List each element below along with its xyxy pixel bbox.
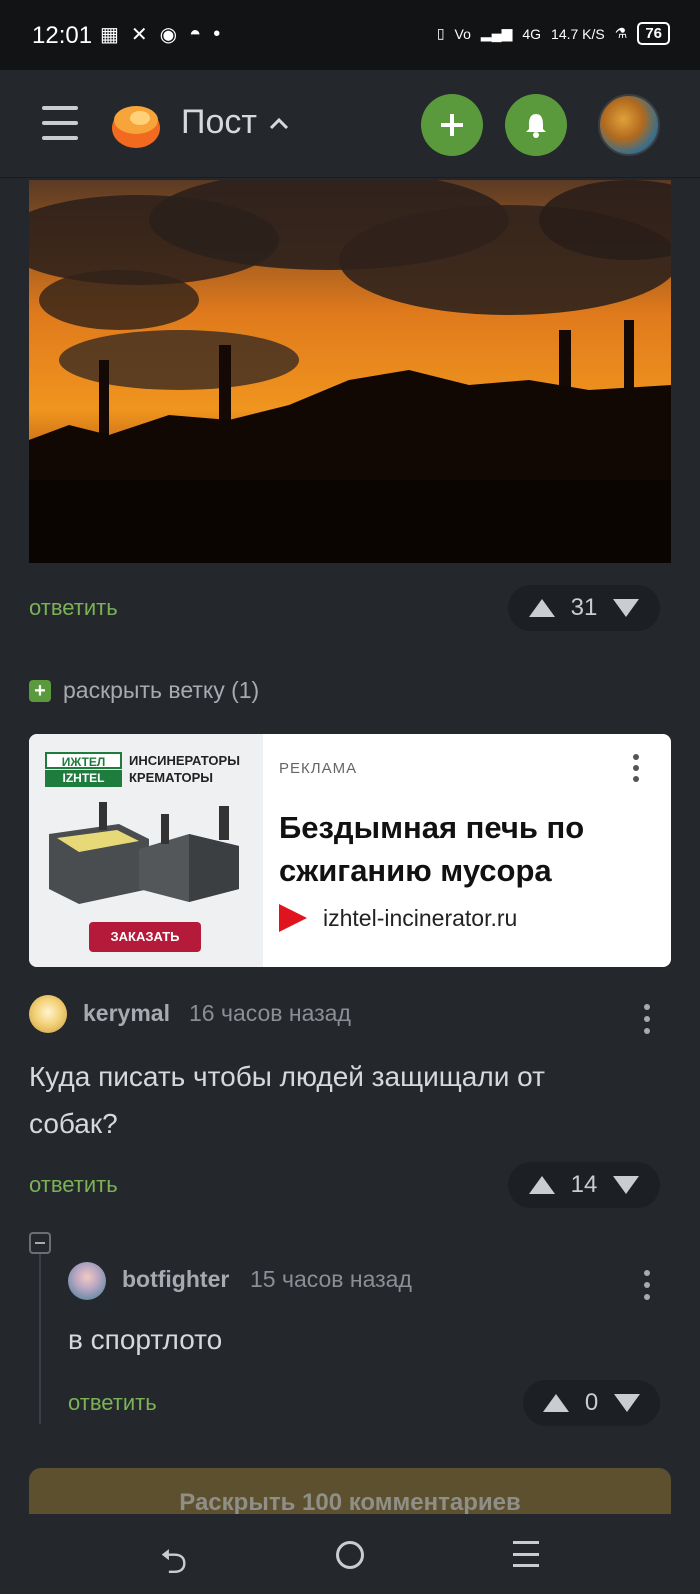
avatar[interactable]: [29, 995, 67, 1033]
post-rating: 31: [570, 594, 598, 621]
comment-text: в спортлото: [68, 1324, 223, 1355]
comment-username[interactable]: kerymal: [83, 1000, 170, 1027]
home-icon[interactable]: [336, 1541, 364, 1569]
ad-label: РЕКЛАМА: [279, 760, 358, 777]
discord-icon: ◓: [189, 23, 202, 45]
comment-reply-link[interactable]: ответить: [68, 1390, 157, 1416]
collapse-thread-button[interactable]: [29, 1232, 51, 1254]
page-title[interactable]: Пост: [181, 103, 289, 142]
comment-rating: 0: [584, 1389, 599, 1416]
status-bar: 12:01 ▦ ✕ ◉ ◓ • ▯ Vo ▂▄▆ 4G 14.7 K/S ⚗ 7…: [0, 0, 700, 70]
system-status: ▯ Vo ▂▄▆ 4G 14.7 K/S ⚗ 76: [437, 22, 670, 45]
comment-text: Куда писать чтобы людей защищали от соба…: [29, 1061, 545, 1139]
sewing-app-icon: ▦: [100, 24, 119, 46]
comment-vote-control: 14: [508, 1162, 660, 1208]
upvote-icon[interactable]: [528, 599, 555, 617]
plus-icon: +: [29, 679, 51, 702]
expand-branch-label: раскрыть ветку (1): [63, 677, 260, 703]
comment-rating: 14: [570, 1171, 598, 1198]
system-nav-bar: ⮌: [0, 1514, 700, 1594]
post-image: [29, 180, 671, 563]
ad-image: ИЖТЕЛ IZHTEL ИНСИНЕРАТОРЫ КРЕМАТОРЫ ЗАКА…: [29, 734, 263, 967]
more-notifications-dot-icon: •: [213, 23, 221, 45]
comment-reply-link[interactable]: ответить: [29, 1172, 118, 1198]
expand-branch-button[interactable]: + раскрыть ветку (1): [29, 677, 259, 704]
incinerator-illustration-icon: [49, 802, 239, 904]
bell-icon: [526, 114, 546, 138]
ad-banner[interactable]: ИЖТЕЛ IZHTEL ИНСИНЕРАТОРЫ КРЕМАТОРЫ ЗАКА…: [29, 734, 671, 967]
menu-icon[interactable]: [42, 106, 78, 140]
pikabu-logo-icon[interactable]: [106, 98, 162, 150]
status-time: 12:01: [32, 22, 93, 49]
net-speed: 14.7 K/S: [551, 25, 605, 42]
plus-icon: [441, 114, 463, 136]
downvote-icon[interactable]: [614, 1394, 641, 1412]
chevron-up-icon: [269, 117, 288, 129]
thread-line[interactable]: [39, 1254, 41, 1424]
back-icon[interactable]: ⮌: [160, 1538, 187, 1594]
flask-icon: ⚗: [614, 25, 628, 41]
comment-vote-control: 0: [523, 1380, 660, 1426]
ad-headline[interactable]: Бездымная печь по сжиганию мусора: [279, 806, 659, 892]
avatar[interactable]: [68, 1262, 106, 1300]
ad-more-icon[interactable]: [631, 754, 641, 782]
comment-more-icon[interactable]: [642, 1270, 652, 1300]
recent-apps-icon[interactable]: [513, 1541, 539, 1567]
ad-link[interactable]: izhtel-incinerator.ru: [279, 904, 517, 932]
app-header: Пост: [0, 70, 700, 178]
post-vote-control: 31: [508, 585, 660, 631]
ad-order-button[interactable]: ЗАКАЗАТЬ: [89, 922, 201, 952]
notification-icons: ▦ ✕ ◉ ◓ •: [100, 22, 220, 47]
comment-timestamp[interactable]: 16 часов назад: [189, 1000, 351, 1027]
post-reply-link[interactable]: ответить: [29, 595, 118, 621]
notifications-button[interactable]: [505, 94, 567, 156]
vibrate-icon: ▯: [436, 25, 445, 41]
comment-timestamp[interactable]: 15 часов назад: [250, 1266, 412, 1293]
ad-brand-tagline: ИНСИНЕРАТОРЫ КРЕМАТОРЫ: [129, 753, 240, 785]
battery-level: 76: [637, 22, 670, 45]
network-type: 4G: [522, 25, 542, 42]
yandex-play-icon: [279, 904, 307, 932]
upvote-icon[interactable]: [542, 1394, 569, 1412]
adblock-icon: ◉: [159, 24, 178, 46]
volte-icon: Vo: [454, 25, 471, 42]
x-app-icon: ✕: [130, 24, 148, 46]
downvote-icon[interactable]: [613, 1176, 640, 1194]
signal-icon: ▂▄▆: [480, 25, 513, 41]
downvote-icon[interactable]: [613, 599, 640, 617]
comment-more-icon[interactable]: [642, 1004, 652, 1034]
ad-brand-logo: ИЖТЕЛ IZHTEL: [45, 752, 122, 787]
comment-username[interactable]: botfighter: [122, 1266, 229, 1293]
user-avatar[interactable]: [598, 94, 660, 156]
upvote-icon[interactable]: [528, 1176, 555, 1194]
add-post-button[interactable]: [421, 94, 483, 156]
